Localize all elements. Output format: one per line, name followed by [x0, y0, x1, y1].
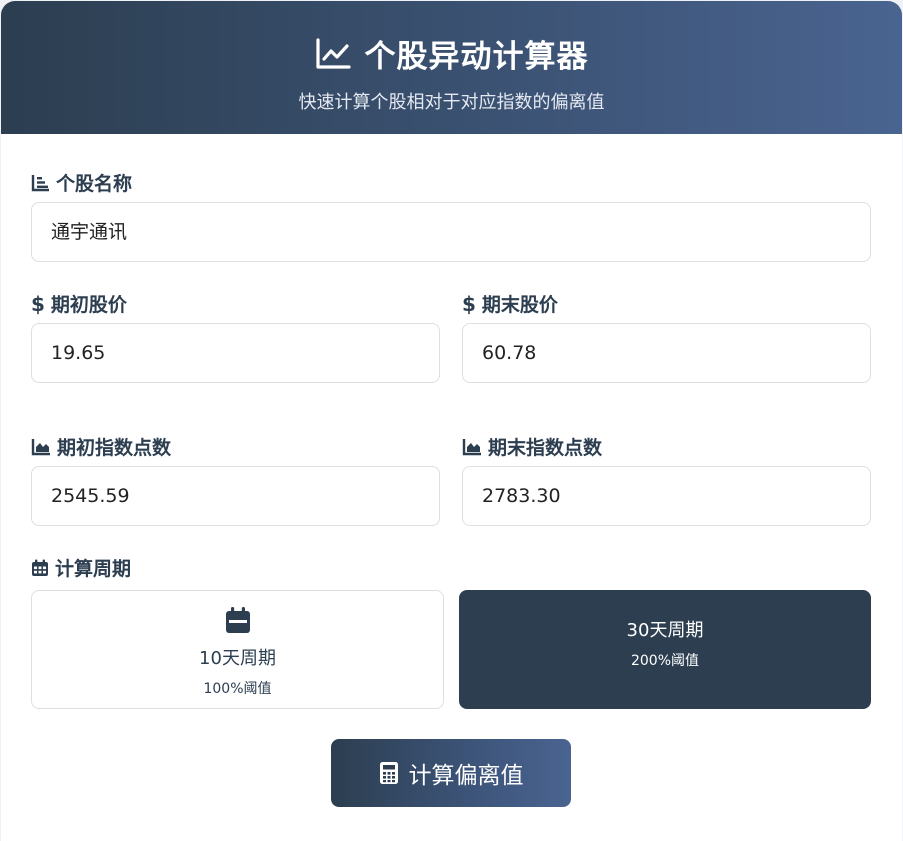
period-option-threshold: 200%阈值 [630, 653, 700, 669]
period-label-text: 计算周期 [55, 558, 132, 580]
area-chart-icon [31, 438, 50, 455]
end-price-label-text: 期末股价 [481, 294, 558, 316]
start-index-label-text: 期初指数点数 [57, 437, 172, 459]
page-title: 个股异动计算器 [364, 39, 589, 75]
dollar-icon: $ [462, 291, 476, 316]
end-index-input[interactable]: 2783.30 [462, 466, 871, 526]
area-chart-icon [462, 438, 481, 455]
end-price-input[interactable]: 60.78 [462, 323, 871, 383]
period-label: 计算周期 [31, 554, 131, 581]
start-price-input[interactable]: 19.65 [31, 323, 440, 383]
list-chart-icon [31, 174, 49, 191]
start-index-input[interactable]: 2545.59 [31, 466, 440, 526]
title-row: 个股异动计算器 [1, 1, 902, 76]
page-subtitle: 快速计算个股相对于对应指数的偏离值 [298, 92, 605, 113]
calendar-icon [32, 559, 48, 576]
start-price-label: $ 期初股价 [31, 290, 127, 317]
period-option-10-days[interactable]: 10天周期 100%阈值 [31, 590, 444, 709]
period-option-threshold: 100%阈值 [203, 681, 272, 697]
stock-name-input[interactable]: 通宇通讯 [31, 202, 871, 262]
stock-name-label-text: 个股名称 [56, 173, 133, 195]
calculator-card: 个股异动计算器 快速计算个股相对于对应指数的偏离值 个股名称 通宇通讯 $ 期初… [1, 1, 902, 841]
line-chart-icon [315, 37, 351, 69]
end-price-label: $ 期末股价 [462, 290, 558, 317]
start-price-label-text: 期初股价 [50, 294, 127, 316]
calculator-icon [379, 762, 398, 784]
end-index-label-text: 期末指数点数 [488, 437, 603, 459]
stock-name-label: 个股名称 [31, 169, 132, 196]
calculate-button[interactable]: 计算偏离值 [331, 739, 571, 807]
period-option-name: 30天周期 [626, 620, 704, 641]
end-index-label: 期末指数点数 [462, 433, 602, 460]
header-banner: 个股异动计算器 快速计算个股相对于对应指数的偏离值 [1, 1, 902, 134]
period-option-name: 10天周期 [199, 648, 276, 669]
calendar-icon [225, 607, 250, 633]
calculate-button-label: 计算偏离值 [408, 763, 524, 789]
dollar-icon: $ [31, 291, 45, 316]
period-option-30-days[interactable]: 30天周期 200%阈值 [459, 590, 871, 709]
start-index-label: 期初指数点数 [31, 433, 171, 460]
